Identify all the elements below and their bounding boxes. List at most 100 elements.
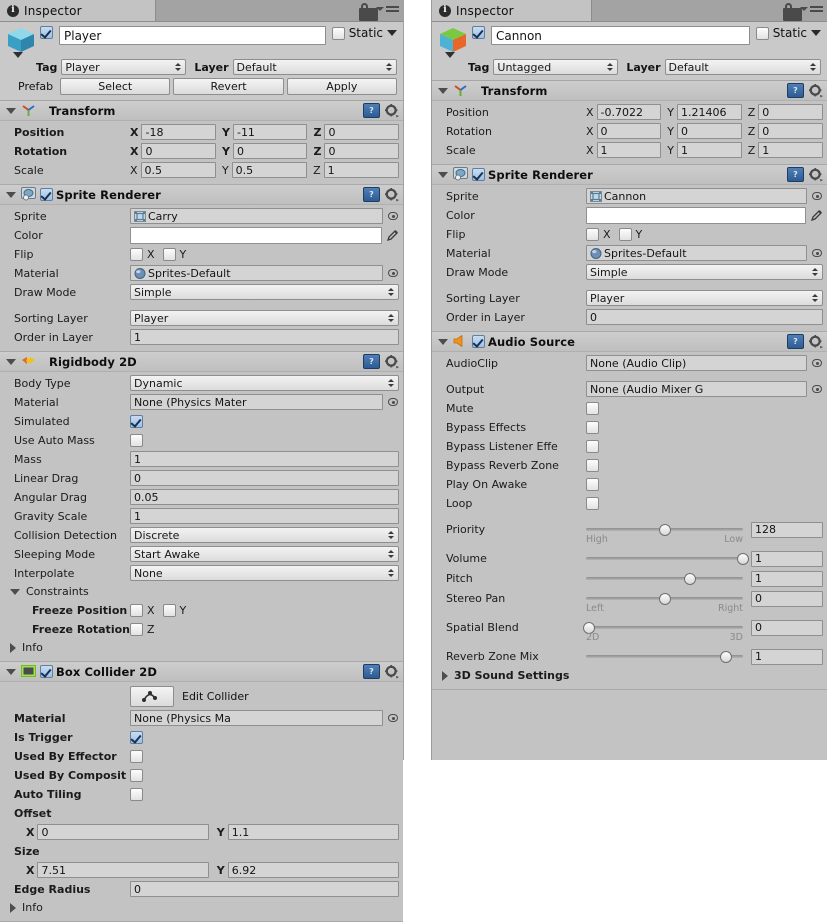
- lock-icon[interactable]: [783, 3, 802, 21]
- gear-icon[interactable]: [385, 664, 399, 679]
- component-header[interactable]: Sprite Renderer?: [432, 165, 827, 185]
- chevron-right-icon[interactable]: [10, 902, 16, 913]
- help-icon[interactable]: ?: [363, 187, 380, 202]
- value-input[interactable]: 0.05: [130, 489, 399, 505]
- value-dropdown[interactable]: None: [130, 565, 399, 581]
- color-picker-icon[interactable]: [386, 229, 399, 242]
- flip-y-checkbox[interactable]: [162, 247, 176, 261]
- lock-icon[interactable]: [359, 3, 378, 21]
- static-dropdown-icon[interactable]: [811, 30, 821, 36]
- chevron-down-icon[interactable]: [438, 171, 448, 178]
- gameobject-enabled-checkbox[interactable]: [472, 26, 485, 39]
- gameobject-enabled-checkbox[interactable]: [40, 26, 53, 39]
- value-input[interactable]: 1: [130, 508, 399, 524]
- value-checkbox[interactable]: [130, 749, 143, 763]
- static-checkbox[interactable]: [755, 26, 769, 40]
- slider-track[interactable]: [586, 626, 743, 629]
- position-x-input[interactable]: 1: [596, 142, 662, 158]
- chevron-right-icon[interactable]: [10, 642, 16, 653]
- hamburger-menu-icon[interactable]: [800, 6, 823, 12]
- foldout-3d-sound-settings[interactable]: 3D Sound Settings: [436, 667, 823, 684]
- position-z-input[interactable]: 0: [324, 124, 399, 140]
- freeze-y-checkbox[interactable]: [162, 603, 176, 617]
- edit-collider-button[interactable]: [130, 685, 174, 707]
- help-icon[interactable]: ?: [787, 83, 804, 98]
- slider-control[interactable]: [586, 650, 743, 664]
- slider-handle[interactable]: [719, 650, 732, 663]
- slider-handle[interactable]: [737, 552, 749, 565]
- gameobject-name-field[interactable]: Cannon: [491, 26, 750, 45]
- slider-control[interactable]: [586, 572, 743, 586]
- value-dropdown[interactable]: Simple: [586, 264, 823, 280]
- help-icon[interactable]: ?: [363, 103, 380, 118]
- object-reference-field[interactable]: None (Audio Clip): [586, 355, 807, 371]
- foldout-constraints[interactable]: Constraints: [4, 583, 399, 600]
- object-select-icon[interactable]: [387, 267, 399, 279]
- component-header[interactable]: Audio Source?: [432, 332, 827, 352]
- flip-x-checkbox[interactable]: [130, 247, 143, 261]
- gear-icon[interactable]: [809, 167, 823, 182]
- help-icon[interactable]: ?: [787, 167, 804, 182]
- help-icon[interactable]: ?: [363, 354, 380, 369]
- gameobject-cube-icon[interactable]: [6, 26, 36, 58]
- position-z-input[interactable]: 0: [758, 104, 823, 120]
- flip-x-checkbox[interactable]: [586, 227, 599, 241]
- position-y-input[interactable]: 1: [677, 142, 742, 158]
- chevron-down-icon[interactable]: [6, 358, 16, 365]
- value-dropdown[interactable]: Discrete: [130, 527, 399, 543]
- object-select-icon[interactable]: [811, 383, 823, 395]
- slider-value-input[interactable]: 0: [751, 619, 823, 636]
- freeze-z-checkbox[interactable]: [130, 622, 143, 636]
- value-checkbox[interactable]: [130, 787, 143, 801]
- object-select-icon[interactable]: [811, 247, 823, 259]
- chevron-down-icon[interactable]: [6, 107, 16, 114]
- value-dropdown[interactable]: Simple: [130, 284, 399, 300]
- object-select-icon[interactable]: [811, 357, 823, 369]
- gear-icon[interactable]: [809, 334, 823, 349]
- color-swatch[interactable]: [586, 206, 806, 224]
- chevron-down-icon[interactable]: [10, 588, 20, 595]
- object-select-icon[interactable]: [387, 712, 399, 724]
- value-checkbox[interactable]: [130, 730, 143, 744]
- slider-value-input[interactable]: 1: [751, 570, 823, 587]
- hamburger-menu-icon[interactable]: [376, 6, 399, 12]
- vec2-x-input[interactable]: 7.51: [37, 862, 209, 878]
- value-checkbox[interactable]: [586, 420, 599, 434]
- tag-dropdown[interactable]: Untagged: [493, 59, 619, 75]
- object-reference-field[interactable]: None (Physics Mater: [130, 394, 383, 410]
- slider-control[interactable]: [586, 552, 749, 566]
- component-header[interactable]: Transform?: [432, 81, 827, 101]
- slider-track[interactable]: [586, 577, 743, 580]
- object-reference-field[interactable]: Sprites-Default: [586, 245, 807, 261]
- value-checkbox[interactable]: [130, 768, 143, 782]
- color-swatch[interactable]: [130, 226, 382, 244]
- position-y-input[interactable]: 0.5: [231, 162, 308, 178]
- position-z-input[interactable]: 0: [758, 123, 823, 139]
- position-z-input[interactable]: 0: [324, 143, 399, 159]
- freeze-x-checkbox[interactable]: [130, 603, 143, 617]
- component-header[interactable]: Sprite Renderer?: [0, 185, 403, 205]
- gear-icon[interactable]: [385, 354, 399, 369]
- value-input[interactable]: 0: [586, 309, 823, 325]
- tab-inspector[interactable]: i Inspector: [0, 0, 156, 21]
- position-z-input[interactable]: 1: [323, 162, 399, 178]
- help-icon[interactable]: ?: [787, 334, 804, 349]
- object-reference-field[interactable]: Carry: [130, 208, 383, 224]
- value-checkbox[interactable]: [130, 433, 143, 447]
- component-enabled-checkbox[interactable]: [40, 188, 53, 201]
- position-x-input[interactable]: 0: [141, 143, 216, 159]
- chevron-down-icon[interactable]: [438, 87, 448, 94]
- object-select-icon[interactable]: [811, 190, 823, 202]
- position-y-input[interactable]: 0: [677, 123, 742, 139]
- slider-value-input[interactable]: 1: [751, 550, 823, 567]
- foldout-info[interactable]: Info: [4, 639, 399, 656]
- layer-dropdown[interactable]: Default: [232, 59, 397, 75]
- position-y-input[interactable]: -11: [232, 124, 308, 140]
- gameobject-name-field[interactable]: Player: [59, 26, 326, 45]
- component-enabled-checkbox[interactable]: [472, 335, 485, 348]
- gear-icon[interactable]: [385, 187, 399, 202]
- position-x-input[interactable]: -0.7022: [596, 104, 662, 120]
- slider-value-input[interactable]: 128: [751, 521, 823, 538]
- vec2-y-input[interactable]: 1.1: [227, 824, 400, 840]
- layer-dropdown[interactable]: Default: [664, 59, 821, 75]
